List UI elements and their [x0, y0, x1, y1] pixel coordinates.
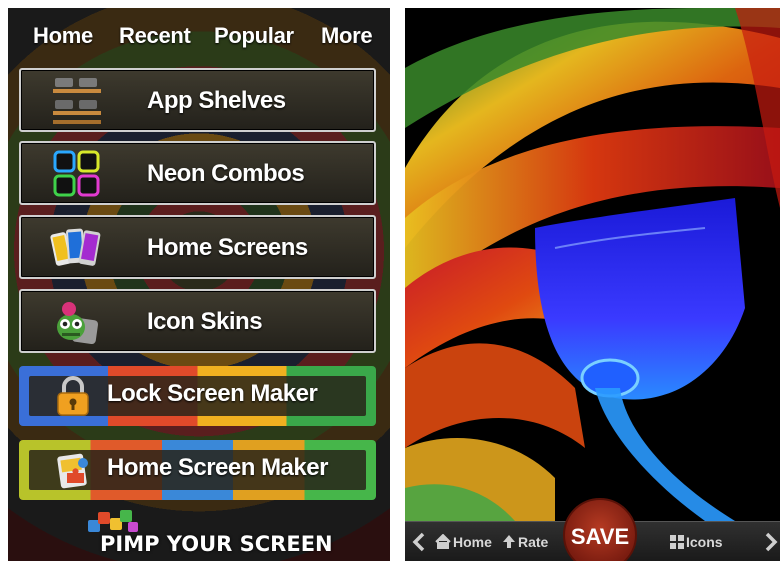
padlock-icon: [57, 376, 89, 416]
icon-skins-icon: [57, 302, 99, 345]
chevron-right-icon[interactable]: [763, 532, 779, 552]
home-screen-maker-label: Home Screen Maker: [107, 454, 328, 481]
home-icon: [435, 534, 451, 549]
chevron-left-icon[interactable]: [411, 532, 427, 552]
neon-combos-icon: [53, 150, 100, 197]
home-screens-label: Home Screens: [147, 234, 308, 261]
icon-skins-button[interactable]: Icon Skins: [19, 289, 376, 353]
neon-combos-button[interactable]: Neon Combos: [19, 141, 376, 205]
lock-screen-maker-button[interactable]: Lock Screen Maker: [19, 366, 376, 426]
left-screen: Home Recent Popular More App Shelves Neo…: [8, 8, 390, 561]
puzzle-icon: [57, 453, 88, 489]
nav-more[interactable]: More: [321, 23, 373, 49]
app-shelves-icon: [53, 78, 101, 124]
app-shelves-button[interactable]: App Shelves: [19, 68, 376, 132]
wallpaper-preview: [405, 8, 780, 521]
nav-recent[interactable]: Recent: [119, 23, 191, 49]
neon-combos-label: Neon Combos: [147, 160, 305, 187]
app-shelves-label: App Shelves: [147, 87, 286, 114]
grid-icon: [670, 535, 684, 549]
home-screens-button[interactable]: Home Screens: [19, 215, 376, 279]
home-screen-maker-button[interactable]: Home Screen Maker: [19, 440, 376, 500]
nav-home[interactable]: Home: [33, 23, 93, 49]
logo-text: PIMP YOUR SCREEN: [100, 532, 333, 556]
app-logo: PIMP YOUR SCREEN: [80, 508, 333, 558]
arrow-up-icon: [503, 535, 515, 548]
right-screen: Home Rate Icons SAVE: [405, 8, 780, 561]
save-label: SAVE: [570, 524, 630, 549]
top-nav: Home Recent Popular More: [8, 8, 390, 66]
icons-button[interactable]: Icons: [686, 534, 723, 550]
nav-popular[interactable]: Popular: [214, 23, 294, 49]
lock-screen-maker-label: Lock Screen Maker: [107, 380, 318, 407]
home-button[interactable]: Home: [453, 534, 492, 550]
icon-skins-label: Icon Skins: [147, 308, 263, 335]
rate-button[interactable]: Rate: [518, 534, 548, 550]
home-screens-icon: [50, 228, 101, 266]
